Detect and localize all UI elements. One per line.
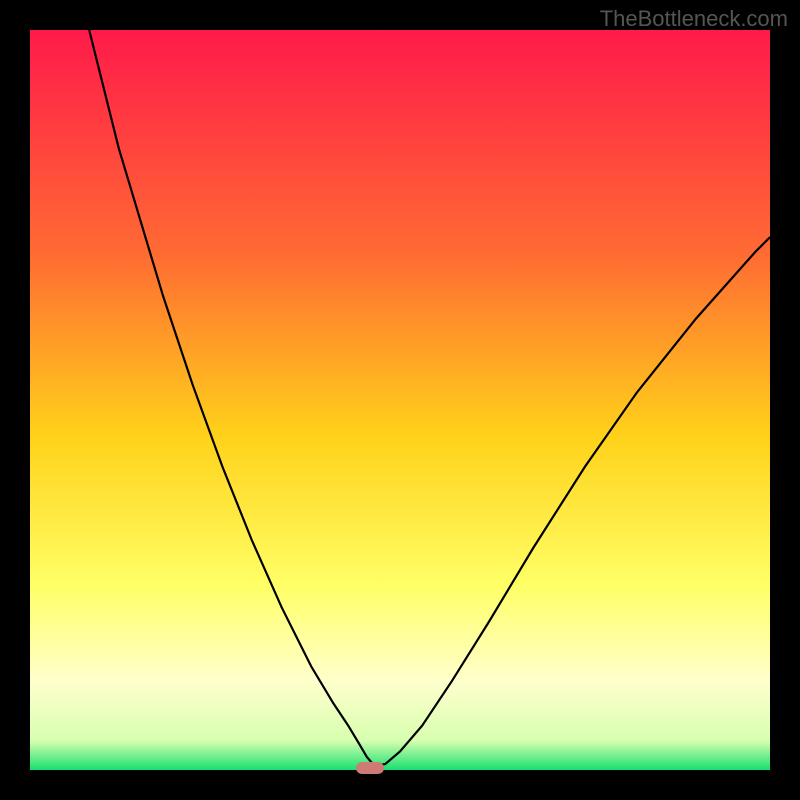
bottleneck-marker — [356, 762, 384, 774]
plot-background — [30, 30, 770, 770]
bottleneck-plot — [30, 30, 770, 770]
watermark-text: TheBottleneck.com — [600, 6, 788, 32]
chart-container: TheBottleneck.com — [0, 0, 800, 800]
